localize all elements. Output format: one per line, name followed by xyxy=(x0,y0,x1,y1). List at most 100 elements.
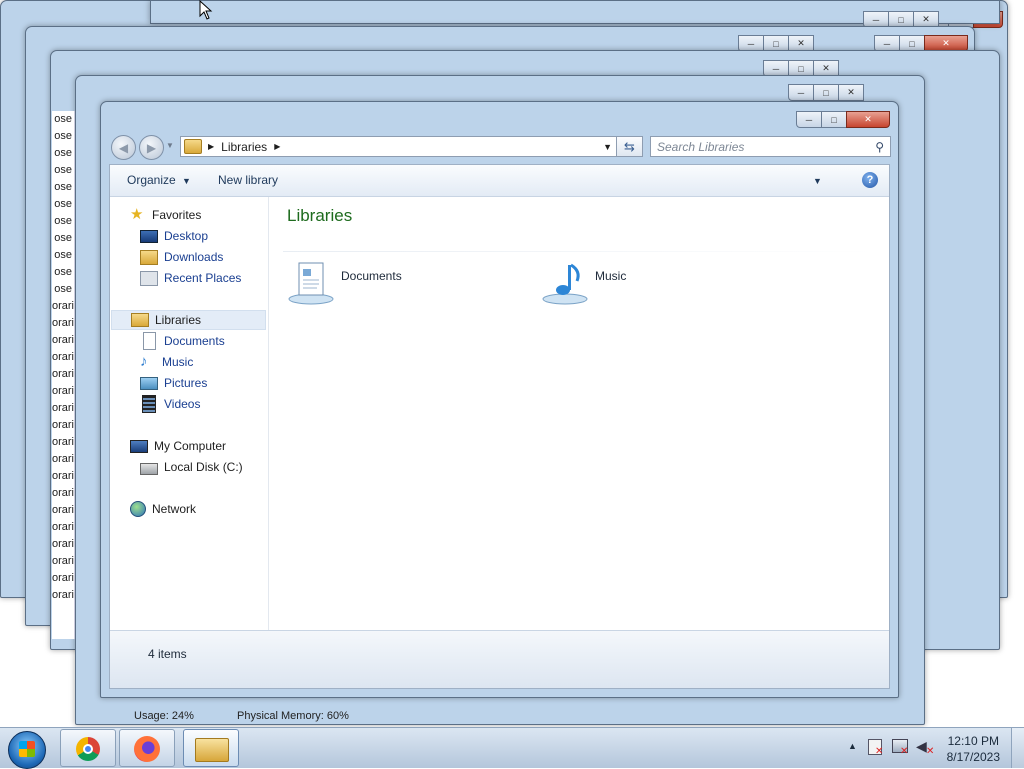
new-library-button[interactable]: New library xyxy=(218,173,278,187)
clock[interactable]: 12:10 PM 8/17/2023 xyxy=(947,733,1000,765)
background-list-item: orari xyxy=(52,470,74,482)
nav-videos-label: Videos xyxy=(164,397,201,411)
organize-button[interactable]: Organize ▼ xyxy=(127,173,191,187)
firefox-icon xyxy=(134,736,160,762)
breadcrumb-chevron-icon[interactable]: ▶ xyxy=(274,142,280,151)
minimize-button[interactable]: ─ xyxy=(796,111,822,128)
background-window-2: ─ □ ✕ xyxy=(150,0,1000,28)
libraries-explorer-window: ─ □ ✕ ◀ ▶ ▼ ▶ Libraries ▶ ▼ ⇆ Search Lib… xyxy=(100,101,899,698)
nav-music[interactable]: ♪ Music xyxy=(140,352,193,372)
refresh-icon: ⇆ xyxy=(624,138,635,154)
close-button[interactable]: ✕ xyxy=(838,84,864,101)
library-item-music[interactable]: Music xyxy=(541,259,626,305)
background-list-item: orari xyxy=(52,504,74,516)
caption-buttons: ─ □ ✕ xyxy=(788,84,864,101)
background-list-item: ose xyxy=(54,215,72,227)
taskbar-chrome-button[interactable] xyxy=(60,729,116,767)
star-icon: ★ xyxy=(130,206,144,223)
cpu-usage-text: Usage: 24% xyxy=(134,710,194,722)
computer-icon xyxy=(130,439,148,453)
documents-library-icon xyxy=(288,262,334,305)
breadcrumb-separator-icon[interactable]: ▶ xyxy=(208,142,214,151)
close-button[interactable]: ✕ xyxy=(846,111,890,128)
start-button[interactable] xyxy=(8,731,46,769)
background-list-item: orari xyxy=(52,572,74,584)
command-bar: Organize ▼ New library ▼ ? xyxy=(110,165,889,197)
taskbar-explorer-button[interactable] xyxy=(183,729,239,767)
recent-pages-dropdown[interactable]: ▼ xyxy=(166,141,174,150)
nav-recent-places[interactable]: Recent Places xyxy=(140,268,241,288)
libraries-view: Libraries Documents Music xyxy=(269,197,889,630)
background-list-item: orari xyxy=(52,317,74,329)
nav-network[interactable]: Network xyxy=(130,499,196,519)
show-hidden-icons-chevron-icon[interactable]: ▲ xyxy=(848,741,857,751)
nav-libraries[interactable]: Libraries xyxy=(111,310,266,330)
pictures-icon xyxy=(140,376,158,390)
background-list-item: orari xyxy=(52,538,74,550)
background-list-item: orari xyxy=(52,555,74,567)
breadcrumb-libraries[interactable]: Libraries xyxy=(221,140,267,154)
address-bar[interactable]: ▶ Libraries ▶ ▼ xyxy=(180,136,617,157)
refresh-button[interactable]: ⇆ xyxy=(617,136,643,157)
maximize-button[interactable]: □ xyxy=(813,84,839,101)
library-item-documents[interactable]: Documents xyxy=(287,259,402,305)
background-list-item: ose xyxy=(54,198,72,210)
background-list-item: orari xyxy=(52,300,74,312)
documents-icon xyxy=(143,332,156,350)
music-icon: ♪ xyxy=(140,353,148,370)
background-list-item: orari xyxy=(52,334,74,346)
background-list-item: orari xyxy=(52,487,74,499)
nav-downloads[interactable]: Downloads xyxy=(140,247,223,267)
background-list-item: orari xyxy=(52,436,74,448)
chevron-down-icon: ▼ xyxy=(182,176,191,186)
nav-favorites[interactable]: ★ Favorites xyxy=(130,205,201,225)
search-input[interactable]: Search Libraries xyxy=(657,140,875,154)
background-list-item: orari xyxy=(52,368,74,380)
action-center-alert-icon: ✕ xyxy=(875,746,884,757)
nav-local-disk[interactable]: Local Disk (C:) xyxy=(140,457,243,477)
details-pane: 4 items xyxy=(110,630,889,688)
nav-pictures[interactable]: Pictures xyxy=(140,373,207,393)
windows-logo-icon xyxy=(19,741,35,757)
caption-buttons: ─ □ ✕ xyxy=(796,111,890,128)
explorer-content: Organize ▼ New library ▼ ? ★ Favorites D… xyxy=(109,164,890,689)
taskbar-firefox-button[interactable] xyxy=(119,729,175,767)
volume-muted-alert-icon: ✕ xyxy=(926,746,935,757)
nav-videos[interactable]: Videos xyxy=(140,394,200,414)
nav-desktop[interactable]: Desktop xyxy=(140,226,208,246)
recent-places-icon xyxy=(140,270,158,286)
navigation-pane: ★ Favorites Desktop Downloads Recent Pla… xyxy=(110,197,269,630)
background-list-item: ose xyxy=(54,266,72,278)
network-icon xyxy=(130,501,146,517)
forward-button[interactable]: ▶ xyxy=(139,135,164,160)
background-list-item: orari xyxy=(52,402,74,414)
nav-documents-label: Documents xyxy=(164,334,225,348)
nav-libraries-label: Libraries xyxy=(155,313,202,327)
local-disk-icon xyxy=(140,463,158,475)
physical-memory-text: Physical Memory: 60% xyxy=(237,710,349,722)
background-list-item: orari xyxy=(52,521,74,533)
background-list-item: ose xyxy=(54,147,72,159)
desktop-icon xyxy=(140,229,158,243)
nav-desktop-label: Desktop xyxy=(164,229,209,243)
organize-label: Organize xyxy=(127,173,176,187)
item-count-text: 4 items xyxy=(148,647,187,661)
maximize-button[interactable]: □ xyxy=(821,111,847,128)
nav-documents[interactable]: Documents xyxy=(140,331,225,351)
nav-my-computer[interactable]: My Computer xyxy=(130,436,226,456)
nav-recent-places-label: Recent Places xyxy=(164,271,242,285)
background-list: ose ose ose ose ose ose ose ose ose ose ose orari or… xyxy=(52,111,75,639)
minimize-button[interactable]: ─ xyxy=(788,84,814,101)
search-box[interactable]: Search Libraries ⚲ xyxy=(650,136,891,157)
navigation-bar: ◀ ▶ ▼ ▶ Libraries ▶ ▼ ⇆ Search Libraries… xyxy=(109,132,891,160)
view-options-dropdown-icon[interactable]: ▼ xyxy=(813,176,822,186)
music-library-icon xyxy=(542,263,588,305)
background-list-item: ose xyxy=(54,232,72,244)
show-desktop-button[interactable] xyxy=(1011,728,1024,768)
address-dropdown-icon[interactable]: ▼ xyxy=(603,142,612,152)
new-library-label: New library xyxy=(218,173,279,187)
back-button[interactable]: ◀ xyxy=(111,135,136,160)
clock-time: 12:10 PM xyxy=(947,734,999,748)
help-icon[interactable]: ? xyxy=(862,172,878,188)
page-title: Libraries xyxy=(287,206,353,225)
